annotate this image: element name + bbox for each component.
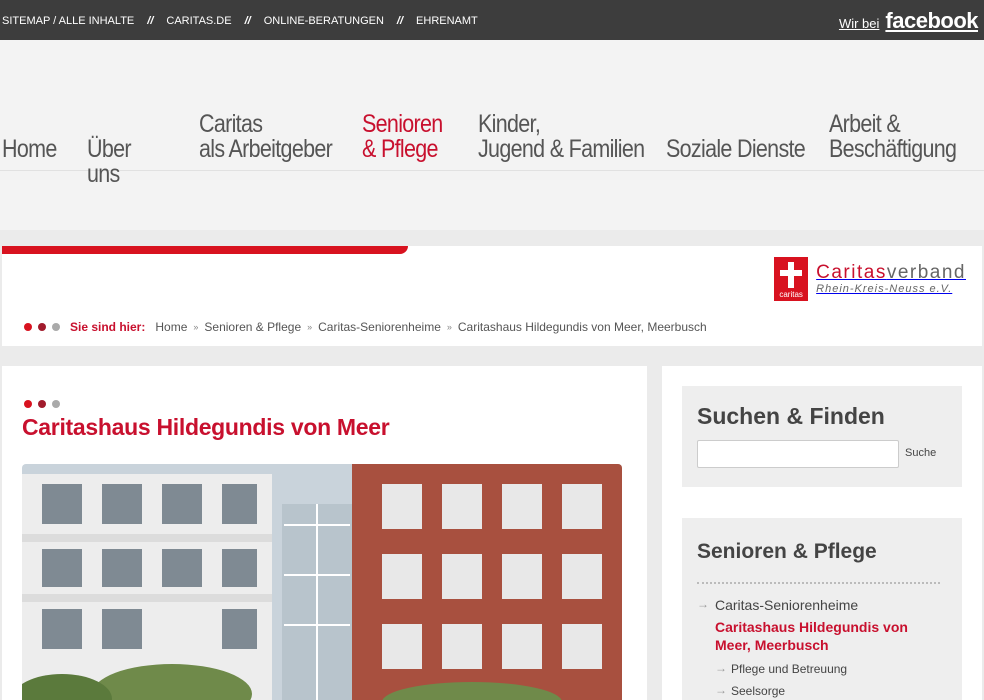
building-photo — [22, 464, 622, 700]
nav-item-label: Beschäftigung — [829, 135, 957, 163]
section-nav-item-label: Caritashaus Hildegundis von Meer, Meerbu… — [715, 619, 908, 653]
arrow-right-icon: → — [715, 683, 727, 697]
top-link-online-beratungen[interactable]: ONLINE-BERATUNGEN — [264, 15, 384, 27]
breadcrumb-separator: » — [307, 322, 313, 332]
nav-item-home[interactable]: Home — [2, 137, 57, 162]
logo-badge-text: caritas — [779, 290, 803, 299]
section-nav-item-pflege[interactable]: → Pflege und Betreuung — [715, 660, 847, 678]
nav-item-label: Caritas — [199, 110, 263, 138]
nav-item-kinder-jugend-familien[interactable]: Kinder, Jugend & Familien — [478, 110, 645, 163]
top-nav-separator: // — [396, 15, 404, 27]
section-nav-item-label: Caritas-Seniorenheime — [715, 597, 859, 613]
breadcrumb-item-current: Caritashaus Hildegundis von Meer, Meerbu… — [457, 320, 707, 334]
breadcrumb-separator: » — [446, 322, 452, 332]
nav-item-caritas-arbeitgeber[interactable]: Caritas als Arbeitgeber — [199, 110, 333, 163]
section-nav-item-hildegundis[interactable]: Caritashaus Hildegundis von Meer, Meerbu… — [715, 618, 940, 654]
top-nav: SITEMAP / ALLE INHALTE // CARITAS.DE // … — [2, 15, 478, 27]
nav-item-label: Kinder, — [478, 110, 541, 138]
arrow-right-icon: → — [715, 661, 727, 675]
dots-icon — [24, 400, 60, 408]
section-navigation: Senioren & Pflege → Caritas-Seniorenheim… — [682, 518, 962, 700]
section-nav-item-seelsorge[interactable]: → Seelsorge — [715, 682, 785, 700]
facebook-link[interactable]: Wir bei facebook — [838, 8, 979, 34]
nav-item-label: Über — [87, 135, 132, 163]
search-panel: Suchen & Finden Suche — [682, 386, 962, 487]
logo-name-red: Caritas — [816, 262, 887, 283]
top-bar: SITEMAP / ALLE INHALTE // CARITAS.DE // … — [0, 0, 984, 40]
caritas-logo[interactable]: caritas Caritasverband Rhein-Kreis-Neuss… — [774, 257, 966, 301]
top-link-ehrenamt[interactable]: EHRENAMT — [416, 15, 478, 27]
breadcrumb-item-home[interactable]: Home — [155, 320, 187, 334]
facebook-prefix: Wir bei — [838, 16, 880, 31]
top-nav-separator: // — [244, 15, 251, 27]
section-nav-title: Senioren & Pflege — [697, 540, 877, 563]
breadcrumb-separator: » — [193, 322, 199, 332]
page-title: Caritashaus Hildegundis von Meer — [22, 414, 390, 440]
logo-text: Caritasverband Rhein-Kreis-Neuss e.V. — [816, 262, 966, 296]
search-title: Suchen & Finden — [697, 403, 885, 429]
search-input[interactable] — [697, 440, 899, 468]
section-nav-item-label: Pflege und Betreuung — [731, 662, 848, 676]
nav-divider — [0, 170, 984, 171]
nav-item-label: uns — [87, 160, 120, 188]
dots-icon — [24, 323, 60, 331]
logo-name-grey: verband — [886, 262, 966, 283]
top-link-sitemap[interactable]: SITEMAP / ALLE INHALTE — [2, 15, 134, 27]
breadcrumb-label: Sie sind hier: — [70, 320, 146, 334]
header-card: caritas Caritasverband Rhein-Kreis-Neuss… — [2, 246, 982, 346]
facebook-logo: facebook — [885, 8, 978, 33]
top-link-caritas-de[interactable]: CARITAS.DE — [166, 15, 231, 27]
nav-item-label: Senioren — [362, 110, 443, 138]
nav-item-label: Jugend & Familien — [478, 135, 645, 163]
caritas-cross-icon: caritas — [774, 257, 809, 301]
nav-item-ueber-uns[interactable]: Über uns — [87, 135, 132, 188]
dotted-divider — [697, 582, 940, 584]
content-card: Caritashaus Hildegundis von Meer — [2, 366, 647, 700]
section-nav-item-seniorenheime[interactable]: → Caritas-Seniorenheime — [697, 596, 858, 614]
nav-item-label: & Pflege — [362, 135, 438, 163]
nav-item-label: Home — [2, 135, 57, 163]
building-photo-illustration — [22, 464, 622, 700]
nav-item-label: als Arbeitgeber — [199, 135, 333, 163]
nav-item-senioren-pflege[interactable]: Senioren & Pflege — [362, 112, 443, 162]
breadcrumb-item-seniorenheime[interactable]: Caritas-Seniorenheime — [318, 320, 441, 334]
top-nav-separator: // — [147, 15, 154, 27]
breadcrumb: Sie sind hier: Home » Senioren & Pflege … — [24, 320, 707, 334]
accent-bar — [2, 246, 408, 254]
arrow-right-icon: → — [697, 597, 709, 611]
main-navigation: Home Über uns Caritas als Arbeitgeber Se… — [0, 40, 984, 230]
breadcrumb-item-senioren-pflege[interactable]: Senioren & Pflege — [204, 320, 301, 334]
nav-item-soziale-dienste[interactable]: Soziale Dienste — [666, 135, 806, 163]
nav-item-arbeit-beschaeftigung[interactable]: Arbeit & Beschäftigung — [829, 110, 957, 163]
nav-item-label: Soziale Dienste — [666, 135, 806, 163]
section-nav-item-label: Seelsorge — [731, 684, 786, 698]
logo-subline: Rhein-Kreis-Neuss e.V. — [816, 283, 953, 295]
nav-item-label: Arbeit & — [829, 110, 901, 138]
search-button[interactable]: Suche — [905, 447, 936, 459]
